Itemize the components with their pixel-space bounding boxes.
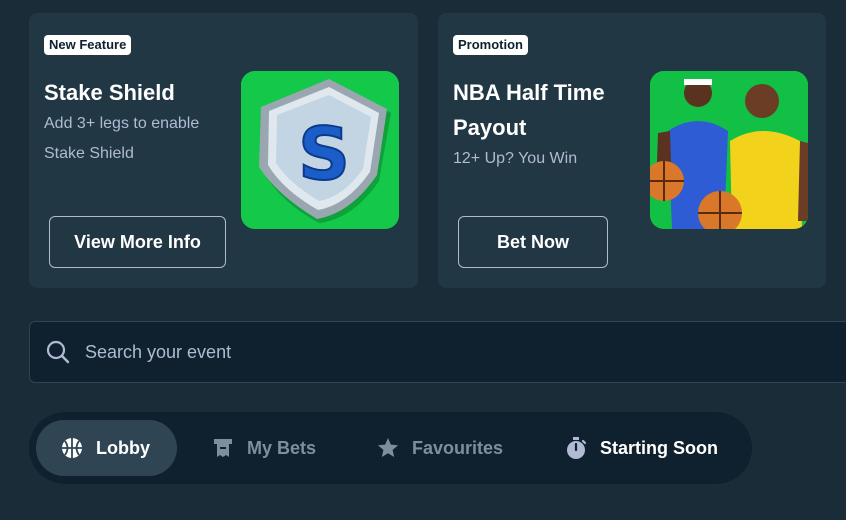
stopwatch-icon — [564, 436, 588, 460]
bet-slip-icon — [211, 436, 235, 460]
stake-shield-image: S — [241, 71, 399, 229]
tab-label: Favourites — [412, 437, 504, 458]
tab-bar: Lobby My Bets Favourites Starting Soon — [29, 412, 752, 484]
card-title: NBA Half Time Payout — [453, 80, 605, 140]
view-more-info-button[interactable]: View More Info — [49, 216, 226, 268]
card-subtitle: Add 3+ legs to enable Stake Shield — [44, 115, 200, 162]
stake-shield-card: New Feature Stake Shield Add 3+ legs to … — [29, 13, 418, 288]
tab-starting-soon[interactable]: Starting Soon — [556, 420, 718, 476]
tab-label: Lobby — [96, 437, 150, 458]
star-icon — [376, 436, 400, 460]
tab-my-bets[interactable]: My Bets — [202, 420, 316, 476]
basketball-players-image — [650, 71, 808, 229]
search-input[interactable] — [85, 341, 785, 363]
basketball-icon — [60, 436, 84, 460]
card-subtitle: 12+ Up? You Win — [453, 150, 578, 167]
search-icon — [46, 340, 70, 364]
nba-promo-card: Promotion NBA Half Time Payout 12+ Up? Y… — [438, 13, 826, 288]
card-title: Stake Shield — [44, 80, 175, 105]
tab-label: My Bets — [247, 437, 317, 458]
shield-icon: S — [241, 71, 399, 229]
basketball-players-icon — [650, 71, 808, 229]
search-bar[interactable] — [29, 321, 846, 383]
tab-favourites[interactable]: Favourites — [368, 420, 503, 476]
tab-lobby[interactable]: Lobby — [36, 420, 177, 476]
promotion-badge: Promotion — [453, 35, 528, 55]
svg-text:S: S — [298, 112, 350, 196]
new-feature-badge: New Feature — [44, 35, 132, 55]
bet-now-button[interactable]: Bet Now — [458, 216, 608, 268]
tab-label: Starting Soon — [600, 437, 718, 458]
